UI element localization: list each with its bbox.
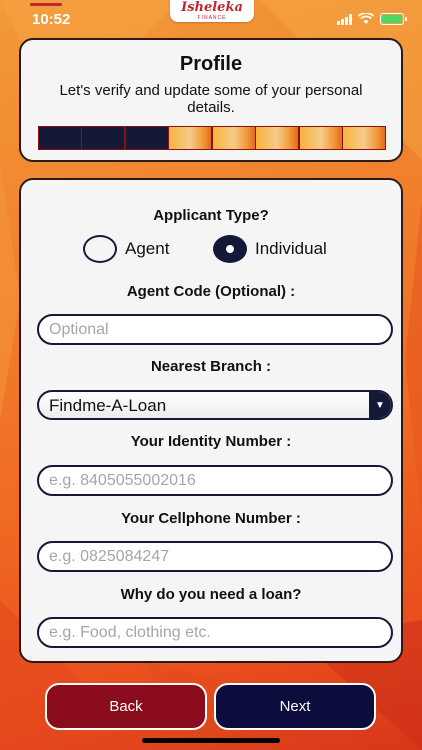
identity-number-label: Your Identity Number :: [130, 433, 292, 450]
branch-select-value: Findme-A-Loan: [49, 396, 167, 415]
cellphone-number-input[interactable]: [37, 541, 393, 572]
progress-step-pending: [212, 127, 255, 149]
nearest-branch-label: Nearest Branch :: [150, 358, 272, 375]
agent-code-input[interactable]: [37, 314, 393, 345]
progress-step-done: [39, 127, 81, 149]
chevron-down-icon[interactable]: ▼: [369, 392, 391, 418]
progress-step-pending: [169, 127, 212, 149]
radio-option-agent[interactable]: Agent: [83, 235, 169, 263]
brand-logo: Isheleka FINANCE: [170, 0, 254, 22]
radio-individual-label: Individual: [255, 239, 327, 258]
applicant-type-group: Agent Individual: [21, 235, 401, 265]
radio-agent-label: Agent: [125, 239, 170, 258]
progress-step-pending: [299, 127, 342, 149]
wifi-icon: [358, 13, 374, 24]
status-time: 10:52: [32, 11, 71, 28]
logo-tagline: FINANCE: [197, 15, 227, 21]
agent-code-label: Agent Code (Optional) :: [126, 283, 296, 300]
identity-number-input[interactable]: [37, 465, 393, 496]
logo-name: Isheleka: [181, 0, 243, 15]
applicant-type-label: Applicant Type?: [153, 207, 269, 224]
next-button[interactable]: Next: [214, 683, 376, 730]
page-subtitle: Let's verify and update some of your per…: [59, 82, 363, 116]
cellphone-number-label: Your Cellphone Number :: [121, 510, 301, 527]
radio-selected-dot: [226, 245, 234, 253]
status-icons: [337, 13, 407, 25]
loan-reason-label: Why do you need a loan?: [120, 586, 302, 603]
progress-step-done: [82, 127, 125, 149]
status-accent-line: [30, 3, 62, 6]
radio-option-individual[interactable]: Individual: [213, 235, 327, 263]
home-indicator: [142, 738, 280, 743]
progress-step-pending: [343, 127, 385, 149]
back-button[interactable]: Back: [45, 683, 207, 730]
radio-agent-circle[interactable]: [83, 235, 117, 263]
page-title: Profile: [179, 53, 243, 75]
battery-icon: [380, 13, 407, 25]
loan-reason-input[interactable]: [37, 617, 393, 648]
profile-header-card: Profile Let's verify and update some of …: [19, 38, 403, 162]
progress-step-pending: [256, 127, 299, 149]
branch-select[interactable]: Findme-A-Loan ▼: [37, 390, 393, 420]
progress-step-done: [125, 127, 168, 149]
radio-individual-circle[interactable]: [213, 235, 247, 263]
progress-bar: [38, 126, 386, 150]
signal-icon: [337, 13, 352, 25]
profile-form-card: Applicant Type? Agent Individual Agent C…: [19, 178, 403, 663]
